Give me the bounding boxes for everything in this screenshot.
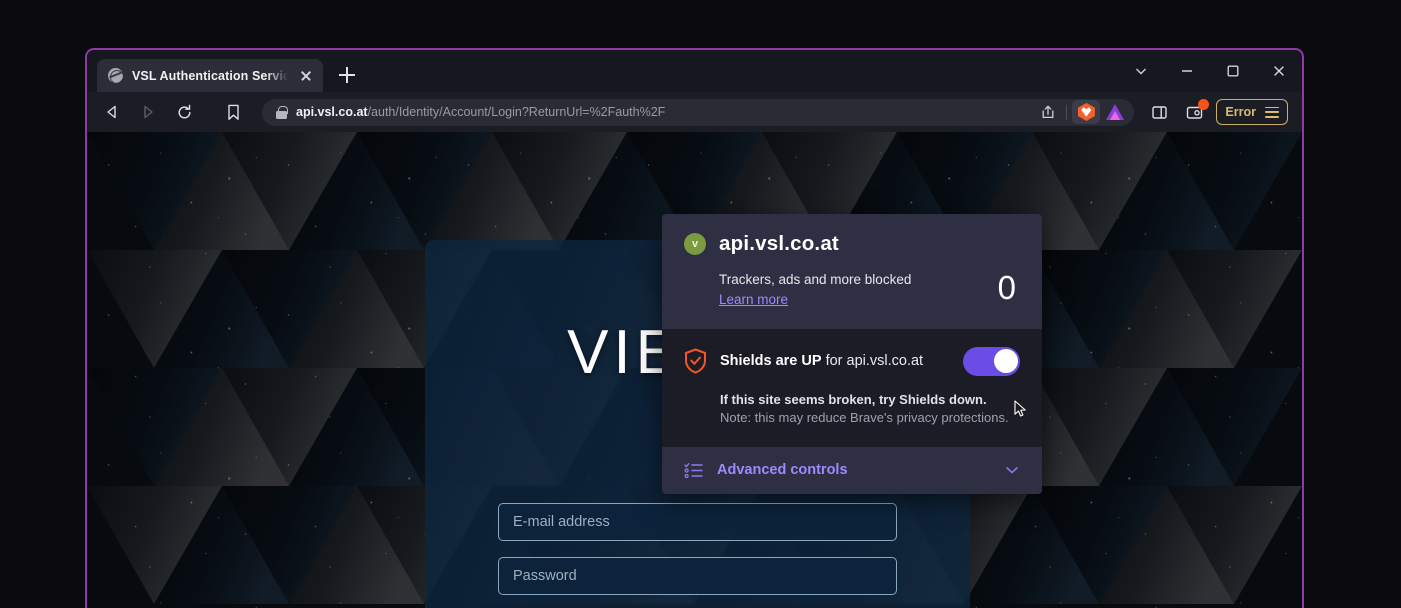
browser-window: VSL Authentication Service - Vien <box>85 48 1304 608</box>
brave-shields-icon[interactable] <box>1072 100 1101 124</box>
wallet-notification-badge <box>1198 99 1210 110</box>
lock-icon <box>276 105 288 119</box>
tab-title: VSL Authentication Service - Vien <box>132 68 288 83</box>
email-field[interactable] <box>498 503 897 542</box>
tab-search-button[interactable] <box>1118 50 1164 92</box>
page-viewport: THE VIENNA Log in v api.vsl.co.at Tracke… <box>87 132 1302 608</box>
tab-strip: VSL Authentication Service - Vien <box>87 50 1302 92</box>
password-field[interactable] <box>498 557 897 596</box>
url-path: /auth/Identity/Account/Login?ReturnUrl=%… <box>367 105 666 119</box>
close-window-button[interactable] <box>1256 50 1302 92</box>
broken-site-hint: If this site seems broken, try Shields d… <box>720 391 987 407</box>
site-favicon: v <box>684 233 706 255</box>
blocked-label: Trackers, ads and more blocked <box>719 272 912 287</box>
shields-popup-header: v api.vsl.co.at Trackers, ads and more b… <box>662 214 1042 329</box>
blocked-summary-row: Trackers, ads and more blocked Learn mor… <box>684 270 1020 309</box>
address-bar[interactable]: api.vsl.co.at/auth/Identity/Account/Logi… <box>262 98 1135 126</box>
learn-more-link[interactable]: Learn more <box>719 292 788 307</box>
shields-status-strong: Shields are UP <box>720 353 822 370</box>
blocked-summary-text: Trackers, ads and more blocked Learn mor… <box>719 270 998 309</box>
browser-tab[interactable]: VSL Authentication Service - Vien <box>97 59 323 92</box>
desktop-backdrop: VSL Authentication Service - Vien <box>0 0 1401 608</box>
browser-toolbar: api.vsl.co.at/auth/Identity/Account/Logi… <box>87 92 1302 132</box>
toolbar-divider <box>1066 104 1068 120</box>
brave-lion-glyph <box>1077 103 1095 121</box>
forward-button[interactable] <box>131 97 165 127</box>
privacy-protection-note: Note: this may reduce Brave's privacy pr… <box>720 409 1009 425</box>
popup-host-label: api.vsl.co.at <box>719 232 839 255</box>
maximize-button[interactable] <box>1210 50 1256 92</box>
url-text: api.vsl.co.at/auth/Identity/Account/Logi… <box>296 105 665 119</box>
advanced-controls-label: Advanced controls <box>717 462 848 479</box>
profile-label: Error <box>1225 105 1256 119</box>
shield-check-icon <box>685 348 706 374</box>
shields-toggle[interactable] <box>963 346 1020 376</box>
shields-status-host: for api.vsl.co.at <box>821 353 924 370</box>
list-settings-icon <box>684 462 703 478</box>
brave-shields-popup: v api.vsl.co.at Trackers, ads and more b… <box>662 214 1042 494</box>
shields-help-note: If this site seems broken, try Shields d… <box>684 392 1020 425</box>
back-button[interactable] <box>95 97 129 127</box>
bookmark-icon[interactable] <box>217 97 249 127</box>
shields-status-label: Shields are UP for api.vsl.co.at <box>720 353 950 369</box>
site-row: v api.vsl.co.at <box>684 232 1020 256</box>
window-controls <box>1118 50 1302 92</box>
advanced-controls-row[interactable]: Advanced controls <box>662 446 1042 494</box>
shields-toggle-row: Shields are UP for api.vsl.co.at <box>684 346 1020 376</box>
blocked-count: 0 <box>997 269 1016 306</box>
new-tab-button[interactable] <box>332 60 362 90</box>
brave-wallet-icon[interactable] <box>1180 98 1210 126</box>
chevron-down-icon[interactable] <box>1004 462 1020 478</box>
leo-ai-icon[interactable] <box>1102 100 1128 124</box>
omnibox-actions <box>1035 100 1128 124</box>
reload-button[interactable] <box>167 97 201 127</box>
leo-triangle-glyph <box>1106 104 1125 120</box>
profile-menu-button[interactable]: Error <box>1216 99 1288 125</box>
sidebar-panel-icon[interactable] <box>1144 98 1174 126</box>
url-host: api.vsl.co.at <box>296 105 368 119</box>
minimize-button[interactable] <box>1164 50 1210 92</box>
close-tab-icon[interactable] <box>297 67 315 85</box>
hamburger-menu-icon[interactable] <box>1265 106 1279 118</box>
globe-icon <box>108 68 123 83</box>
toolbar-right-actions: Error <box>1144 98 1288 126</box>
mouse-cursor <box>1014 400 1026 417</box>
share-icon[interactable] <box>1035 100 1061 124</box>
shields-popup-body: Shields are UP for api.vsl.co.at If this… <box>662 328 1042 447</box>
